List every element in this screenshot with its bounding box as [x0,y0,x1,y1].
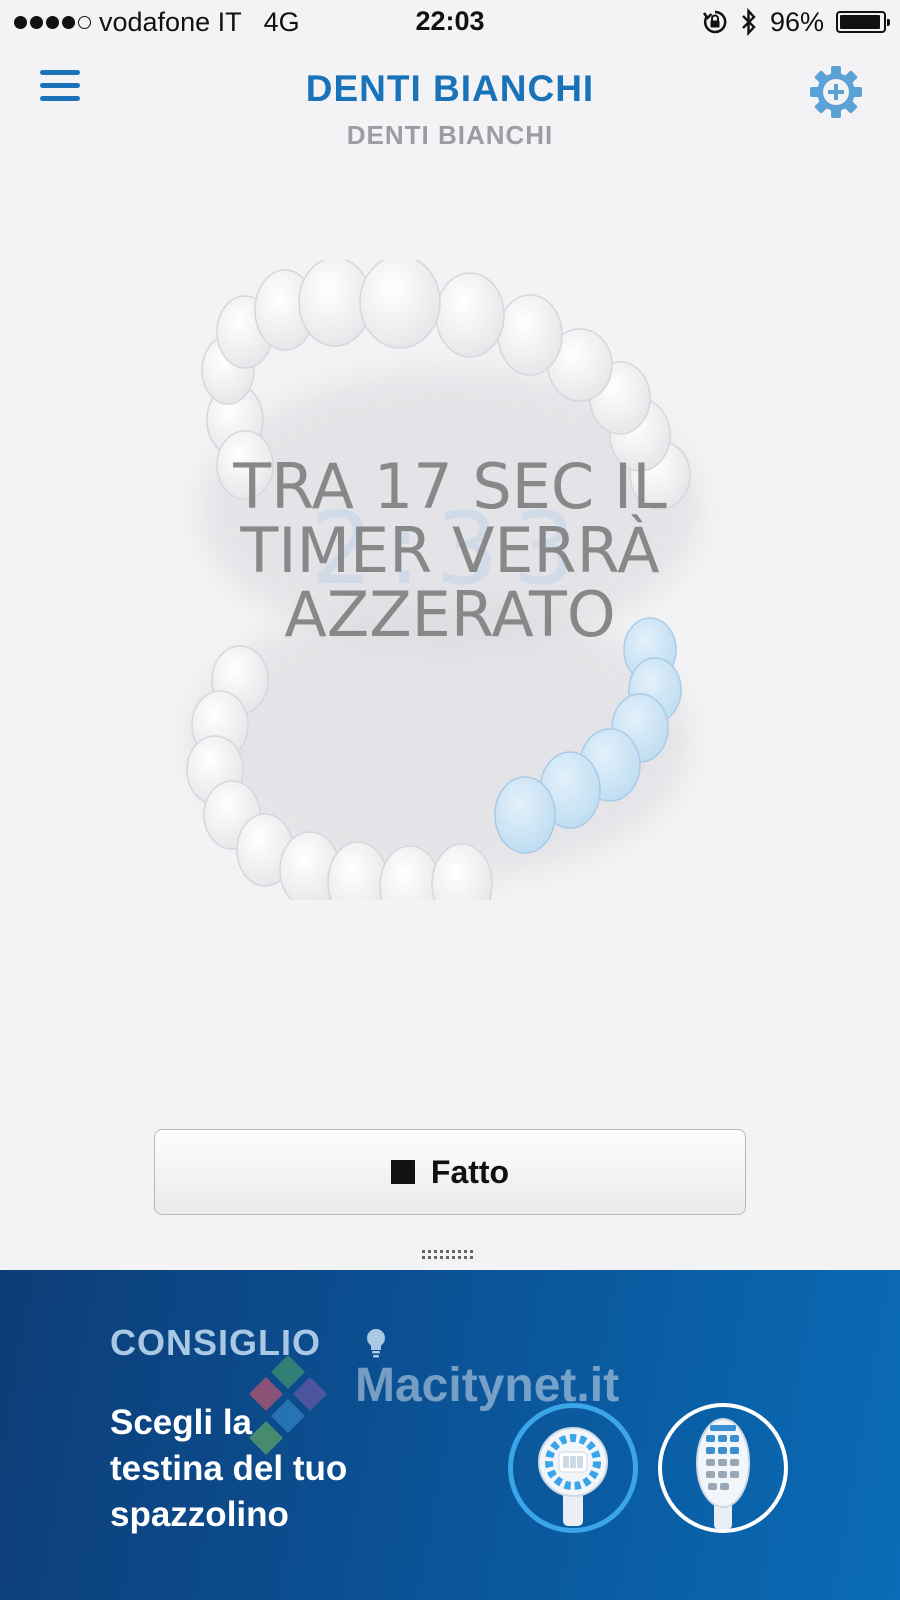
page-title: DENTI BIANCHI [305,68,595,109]
done-button[interactable]: Fatto [154,1129,746,1215]
round-brush-head-icon [538,1427,608,1526]
oval-brush-head-icon [696,1418,750,1529]
timer-message-line: TRA 17 SEC IL [233,450,667,523]
settings-button[interactable] [808,64,864,120]
brush-head-round-button[interactable] [508,1403,638,1533]
tip-text: Scegli la testina del tuo spazzolino [110,1400,430,1538]
status-bar: vodafone IT 4G 22:03 96% [0,0,900,44]
battery-percent: 96% [769,6,824,37]
lightbulb-icon [367,1329,385,1358]
brush-head-oval-button[interactable] [658,1403,788,1533]
battery-fill [840,15,881,29]
status-bar-right: 96% [702,6,890,38]
timer-message-line: TIMER VERRÀ [240,514,660,587]
timer-reset-message: TRA 17 SEC IL TIMER VERRÀ AZZERATO [150,455,750,647]
tip-text-line: spazzolino [110,1495,289,1534]
battery-icon [836,11,890,33]
tip-panel[interactable]: CONSIGLIO Macitynet.it Scegli la testina… [0,1270,900,1600]
tip-text-line: Scegli la [110,1403,253,1442]
page-subtitle: DENTI BIANCHI [346,120,554,150]
bluetooth-icon [742,8,756,36]
drag-handle[interactable] [422,1250,474,1260]
tip-text-line: testina del tuo [110,1449,348,1488]
gear-plus-icon [810,66,862,118]
timer-message-line: AZZERATO [284,578,616,651]
done-button-label: Fatto [430,1153,510,1190]
rotation-lock-icon [702,10,727,34]
stop-square-icon [390,1160,415,1184]
